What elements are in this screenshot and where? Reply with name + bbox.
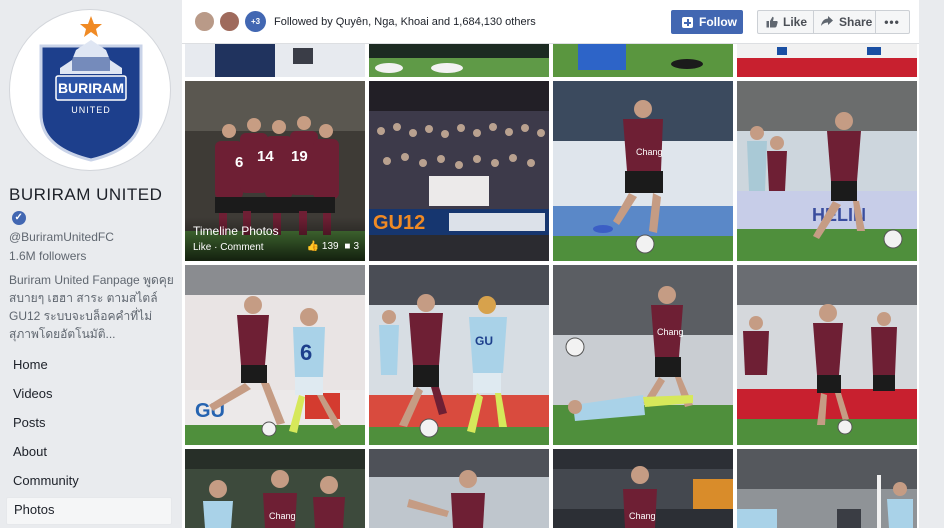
like-page-label: Like: [783, 15, 808, 29]
like-count: 139: [321, 241, 339, 252]
more-friends-badge[interactable]: +3: [245, 11, 266, 32]
page-handle[interactable]: @BuriramUnitedFC: [9, 230, 114, 244]
album-title[interactable]: Timeline Photos: [193, 224, 279, 238]
photo-thumbnail[interactable]: [737, 265, 917, 445]
album-stats: 👍 139 ■ 3: [303, 241, 359, 252]
page-profile-picture[interactable]: BURIRAM UNITED: [9, 9, 171, 171]
share-page-label: Share: [839, 15, 873, 29]
album-cover-timeline-photos[interactable]: 6 14 19 Timeline Photos Like · Comment 👍 13…: [185, 81, 365, 261]
photo-thumbnail[interactable]: [737, 449, 917, 528]
page-sidebar: BURIRAM UNITED BURIRAM UNITED ✓ @BuriramU…: [0, 0, 182, 528]
svg-text:Chang: Chang: [657, 327, 684, 337]
page-action-bar: +3 Followed by Quyên, Nga, Khoai and 1,6…: [182, 0, 919, 44]
svg-text:GU: GU: [475, 334, 493, 348]
photo-thumbnail[interactable]: [553, 44, 733, 77]
comment-count: 3: [353, 241, 359, 252]
svg-text:19: 19: [291, 148, 308, 165]
photo-thumbnail[interactable]: [185, 44, 365, 77]
page-about-snippet: Buriram United Fanpage พูดคุย สบายๆ เฮฮา…: [9, 273, 174, 341]
followed-by-text[interactable]: Followed by Quyên, Nga, Khoai and 1,684,…: [274, 16, 536, 28]
photo-thumbnail[interactable]: GU12: [369, 81, 549, 261]
share-page-button[interactable]: Share: [813, 11, 876, 33]
friend-avatar[interactable]: [219, 11, 240, 32]
logo-subtext: UNITED: [71, 105, 111, 115]
page-margin: [919, 0, 944, 528]
like-count-icon: 👍: [306, 241, 319, 252]
page-name-text: BURIRAM UNITED: [9, 185, 163, 204]
photo-thumbnail[interactable]: Chang: [185, 449, 365, 528]
photo-thumbnail[interactable]: [369, 449, 549, 528]
svg-text:Chang: Chang: [269, 511, 296, 521]
photo-thumbnail[interactable]: HELIN: [737, 81, 917, 261]
comment-count-icon: ■: [344, 241, 351, 252]
follow-button-label: Follow: [699, 15, 737, 29]
page-name[interactable]: BURIRAM UNITED ✓: [9, 184, 177, 226]
svg-text:Chang: Chang: [636, 147, 663, 157]
nav-item-home[interactable]: Home: [6, 352, 172, 378]
nav-item-posts[interactable]: Posts: [6, 410, 172, 436]
buriram-logo: BURIRAM UNITED: [39, 16, 143, 162]
svg-text:6: 6: [235, 154, 243, 171]
photo-grid: 6 14 19 Timeline Photos Like · Comment 👍 13…: [182, 44, 919, 528]
photo-thumbnail[interactable]: [737, 44, 917, 77]
friend-avatar[interactable]: [194, 11, 215, 32]
nav-item-photos[interactable]: Photos: [6, 497, 172, 525]
svg-text:Chang: Chang: [629, 511, 656, 521]
follow-plus-icon: [682, 17, 693, 28]
photo-thumbnail[interactable]: GU: [369, 265, 549, 445]
photo-thumbnail[interactable]: [369, 44, 549, 77]
follow-button[interactable]: Follow: [671, 10, 743, 34]
svg-text:6: 6: [300, 340, 312, 365]
more-options-button[interactable]: •••: [875, 11, 909, 33]
page-nav: Home Videos Posts About Community Photos: [6, 352, 172, 528]
nav-item-community[interactable]: Community: [6, 468, 172, 494]
nav-item-videos[interactable]: Videos: [6, 381, 172, 407]
nav-item-about[interactable]: About: [6, 439, 172, 465]
logo-text: BURIRAM: [58, 80, 124, 96]
photo-thumbnail[interactable]: Chang: [553, 265, 733, 445]
thumbs-up-icon: [766, 16, 778, 28]
photo-thumbnail[interactable]: Chang: [553, 449, 733, 528]
svg-text:14: 14: [257, 148, 274, 165]
svg-text:GU12: GU12: [373, 212, 425, 234]
page-actions: Like Share •••: [757, 10, 910, 34]
photo-thumbnail[interactable]: Chang: [553, 81, 733, 261]
photo-thumbnail[interactable]: GU 6: [185, 265, 365, 445]
verified-badge-icon: ✓: [12, 211, 26, 225]
follower-count: 1.6M followers: [9, 249, 87, 263]
like-page-button[interactable]: Like: [758, 11, 814, 33]
album-like-comment-links[interactable]: Like · Comment: [193, 242, 264, 253]
share-arrow-icon: [821, 16, 833, 26]
